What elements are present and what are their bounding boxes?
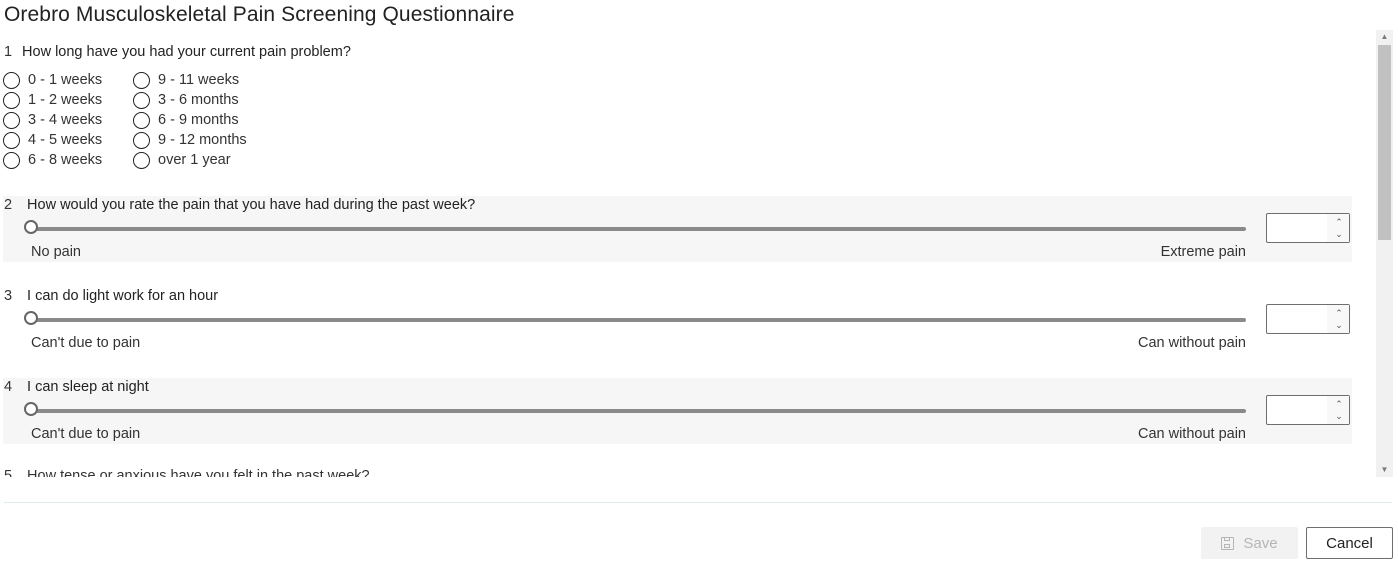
light-work-slider[interactable]	[24, 311, 1246, 325]
page-title: Orebro Musculoskeletal Pain Screening Qu…	[4, 3, 515, 26]
question-text: How long have you had your current pain …	[22, 44, 351, 60]
radio-button[interactable]	[133, 131, 150, 149]
radio-label: 9 - 11 weeks	[158, 72, 240, 88]
radio-option[interactable]: 3 - 4 weeks	[3, 110, 102, 130]
chevron-up-icon[interactable]: ⌃	[1335, 308, 1343, 318]
question-4: 4 I can sleep at night Can't due to pain…	[3, 378, 1352, 444]
question-number: 2	[4, 197, 13, 213]
radio-option[interactable]: 9 - 12 months	[133, 130, 247, 150]
scrollbar-thumb[interactable]	[1378, 45, 1391, 240]
stepper-arrows: ⌃ ⌄	[1327, 396, 1349, 424]
radio-option[interactable]: 1 - 2 weeks	[3, 90, 102, 110]
chevron-down-icon[interactable]: ⌄	[1335, 411, 1343, 421]
question-text: How tense or anxious have you felt in th…	[27, 468, 370, 477]
question-text: I can sleep at night	[27, 379, 149, 395]
slider-max-label: Extreme pain	[1160, 244, 1246, 260]
chevron-up-icon[interactable]: ⌃	[1335, 399, 1343, 409]
light-work-input[interactable]	[1267, 305, 1335, 333]
radio-label: 3 - 6 months	[158, 92, 239, 108]
radio-button[interactable]	[133, 71, 150, 89]
slider-max-label: Can without pain	[1137, 426, 1246, 442]
question-3-header: 3 I can do light work for an hour	[3, 288, 218, 304]
radio-label: over 1 year	[158, 152, 231, 168]
pain-rating-stepper[interactable]: ⌃ ⌄	[1266, 213, 1350, 243]
footer-divider	[4, 502, 1392, 503]
stepper-arrows: ⌃ ⌄	[1327, 305, 1349, 333]
radio-label: 6 - 8 weeks	[28, 152, 103, 168]
chevron-down-icon[interactable]: ⌄	[1335, 229, 1343, 239]
question-4-header: 4 I can sleep at night	[3, 379, 149, 395]
question-number: 3	[4, 288, 13, 304]
radio-option[interactable]: 0 - 1 weeks	[3, 70, 102, 90]
chevron-up-icon[interactable]: ⌃	[1335, 217, 1343, 227]
question-5: 5 How tense or anxious have you felt in …	[3, 468, 370, 477]
radio-option[interactable]: over 1 year	[133, 150, 247, 170]
chevron-down-icon[interactable]: ⌄	[1335, 320, 1343, 330]
radio-option[interactable]: 6 - 9 months	[133, 110, 247, 130]
question-text: I can do light work for an hour	[27, 288, 219, 304]
stepper-arrows: ⌃ ⌄	[1327, 214, 1349, 242]
question-1: 1 How long have you had your current pai…	[0, 44, 351, 60]
question-1-header: 1 How long have you had your current pai…	[0, 44, 351, 60]
sleep-stepper[interactable]: ⌃ ⌄	[1266, 395, 1350, 425]
radio-option[interactable]: 9 - 11 weeks	[133, 70, 247, 90]
question-number: 1	[4, 44, 13, 60]
cancel-button[interactable]: Cancel	[1306, 527, 1393, 559]
radio-label: 3 - 4 weeks	[28, 112, 103, 128]
slider-max-label: Can without pain	[1137, 335, 1246, 351]
save-label: Save	[1243, 534, 1278, 552]
radio-button[interactable]	[133, 111, 150, 129]
question-2-header: 2 How would you rate the pain that you h…	[3, 197, 475, 213]
sleep-input[interactable]	[1267, 396, 1335, 424]
slider-min-label: Can't due to pain	[31, 335, 141, 351]
radio-button[interactable]	[3, 151, 20, 169]
question-2: 2 How would you rate the pain that you h…	[3, 196, 1352, 262]
slider-thumb[interactable]	[24, 402, 38, 416]
slider-min-label: No pain	[31, 244, 81, 260]
light-work-stepper[interactable]: ⌃ ⌄	[1266, 304, 1350, 334]
radio-button[interactable]	[3, 71, 20, 89]
slider-thumb[interactable]	[24, 220, 38, 234]
radio-label: 0 - 1 weeks	[28, 72, 103, 88]
sleep-slider[interactable]	[24, 402, 1246, 416]
vertical-scrollbar[interactable]: ▲ ▼	[1376, 30, 1393, 477]
radio-label: 9 - 12 months	[158, 132, 247, 148]
radio-option[interactable]: 3 - 6 months	[133, 90, 247, 110]
radio-label: 4 - 5 weeks	[28, 132, 103, 148]
question-text: How would you rate the pain that you hav…	[27, 197, 476, 213]
floppy-disk-icon	[1221, 536, 1235, 550]
questionnaire-scroll-area: 1 How long have you had your current pai…	[0, 30, 1376, 477]
slider-min-label: Can't due to pain	[31, 426, 141, 442]
radio-option[interactable]: 6 - 8 weeks	[3, 150, 102, 170]
radio-button[interactable]	[133, 151, 150, 169]
question-3: 3 I can do light work for an hour Can't …	[3, 287, 1352, 353]
question-number: 5	[4, 468, 13, 477]
radio-button[interactable]	[133, 91, 150, 109]
radio-button[interactable]	[3, 91, 20, 109]
radio-label: 6 - 9 months	[158, 112, 239, 128]
radio-button[interactable]	[3, 111, 20, 129]
save-button[interactable]: Save	[1201, 527, 1298, 559]
pain-rating-input[interactable]	[1267, 214, 1335, 242]
question-number: 4	[4, 379, 13, 395]
slider-thumb[interactable]	[24, 311, 38, 325]
radio-button[interactable]	[3, 131, 20, 149]
radio-column-1: 0 - 1 weeks 1 - 2 weeks 3 - 4 weeks 4 - …	[3, 70, 102, 170]
triangle-up-icon[interactable]: ▲	[1376, 30, 1393, 44]
triangle-down-icon[interactable]: ▼	[1376, 463, 1393, 477]
radio-option[interactable]: 4 - 5 weeks	[3, 130, 102, 150]
pain-rating-slider[interactable]	[24, 220, 1246, 234]
radio-column-2: 9 - 11 weeks 3 - 6 months 6 - 9 months 9…	[133, 70, 247, 170]
radio-label: 1 - 2 weeks	[28, 92, 103, 108]
